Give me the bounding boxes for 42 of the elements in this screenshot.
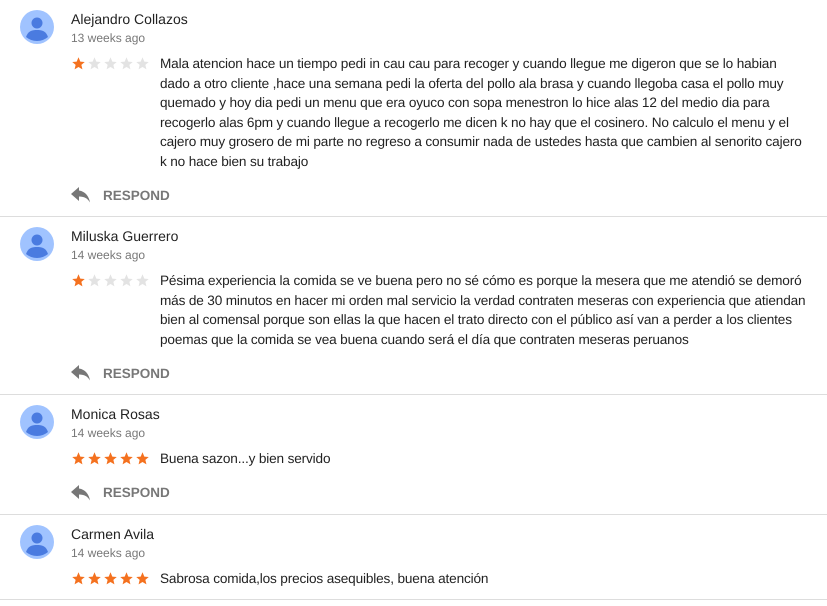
review-text: Mala atencion hace un tiempo pedi in cau cau para recoger y cuando llegue me digeron que se lo habian dado a otro cliente ,hace una semana pedi la oferta del pollo ala brasa y cuando llegoba casa el pollo muy quemado y hoy dia pedi un menu que era oyuco con sopa menestron lo hice alas 12 del medio dia para recogerlo alas 6pm y cuando llegue a recogerlo me dicen k no hay que el cosinero. No calculo el menu y el cajero muy grosero de mi parte no regreso a consumir nada de ustedes hasta que cambien al senorito cajero k no hace bien su trabajo [160,55,803,171]
star-icon [135,56,150,71]
avatar-icon [20,227,54,261]
reply-icon [71,365,91,381]
star-icon [103,451,118,466]
star-icon [87,273,102,288]
star-icon [119,273,134,288]
star-icon [119,56,134,71]
author-name: Carmen Avila [71,526,156,542]
reply-icon [71,187,91,203]
star-icon [71,570,86,586]
star-icon [87,56,102,71]
star-icon [103,273,118,288]
review-text: Buena sazon...y bien servido [160,450,330,468]
star-icon [119,570,134,586]
review-text: Pésima experiencia la comida se ve buena pero no sé cómo es porque la mesera que me atendió se demoró más de 30 minutos en hacer mi orden mal servicio la verdad contraten meseras con experiencia que atiendan bien al comensal porque son ellas la que hacen el trato directo con el público así van a perder a los clientes poemas que la comida se vea buena cuando será el día que contraten meseras peruanos [160,272,806,349]
avatar-icon [20,10,54,44]
star-icon [135,570,150,586]
star-icon [87,570,102,586]
review-time: 13 weeks ago [71,31,146,45]
avatar-icon [20,524,54,558]
review-text: Sabrosa comida,los precios asequibles, buena atención [160,570,488,588]
avatar-icon [20,405,54,439]
review-time: 14 weeks ago [71,426,146,440]
star-icon [135,451,150,466]
review-time: 14 weeks ago [71,248,146,262]
respond-button[interactable]: RESPOND [71,482,170,502]
author-name: Alejandro Collazos [71,11,189,27]
author-name: Monica Rosas [71,406,161,422]
star-icon [103,570,118,586]
star-icon [103,56,118,71]
star-icon [135,273,150,288]
star-icon [71,273,86,288]
star-icon [71,451,86,466]
respond-button[interactable]: RESPOND [71,363,170,383]
review-time: 14 weeks ago [71,546,146,560]
author-name: Miluska Guerrero [71,228,180,244]
reply-icon [71,484,91,500]
respond-button[interactable]: RESPOND [71,185,170,205]
star-icon [119,451,134,466]
star-icon [87,451,102,466]
star-icon [71,56,86,71]
